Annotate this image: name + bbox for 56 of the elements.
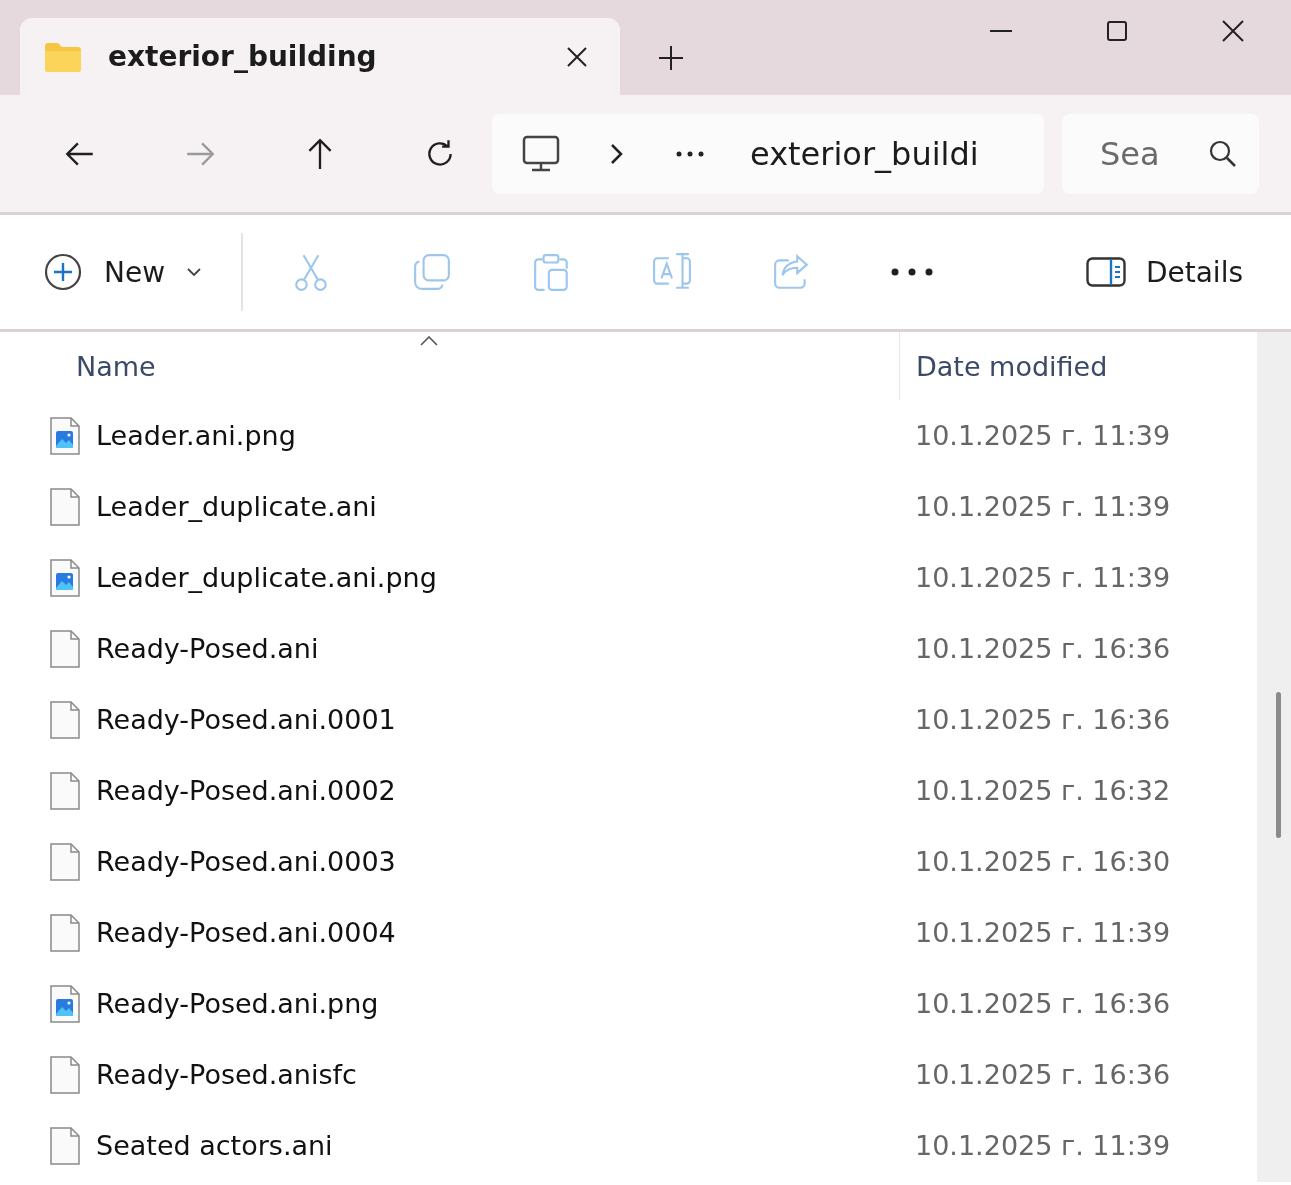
date-modified: 10.1.2025 г. 16:36 (914, 633, 1172, 664)
folder-icon (44, 41, 82, 72)
image-file-icon (50, 416, 80, 455)
scrollbar-thumb[interactable] (1276, 692, 1281, 838)
file-name[interactable]: Leader_duplicate.ani (96, 491, 377, 522)
file-name[interactable]: Seated actors.ani (96, 1130, 333, 1161)
file-name[interactable]: Ready-Posed.ani.0001 (96, 704, 396, 735)
plus-icon[interactable] (658, 45, 684, 71)
file-name[interactable]: Ready-Posed.ani.png (96, 988, 379, 1019)
monitor-icon (522, 134, 560, 173)
plus-circle-icon[interactable] (44, 253, 82, 291)
date-modified: 10.1.2025 г. 16:36 (914, 704, 1172, 735)
date-modified: 10.1.2025 г. 16:32 (914, 775, 1172, 806)
image-file-icon (50, 984, 80, 1023)
search-field[interactable]: Sea (1100, 134, 1160, 173)
address-bar[interactable]: exterior_buildi (492, 113, 1044, 194)
tab[interactable]: exterior_building (20, 18, 620, 95)
file-name[interactable]: Leader.ani.png (96, 420, 296, 451)
file-icon (50, 629, 80, 668)
scrollbar-track[interactable] (1257, 332, 1291, 1182)
maximize-icon[interactable] (1107, 21, 1127, 41)
file-icon (50, 913, 80, 952)
date-modified: 10.1.2025 г. 16:30 (914, 846, 1172, 877)
search-icon[interactable] (1209, 139, 1237, 168)
date-modified: 10.1.2025 г. 11:39 (914, 562, 1172, 593)
file-name[interactable]: Ready-Posed.ani (96, 633, 319, 664)
column-header[interactable]: Name (0, 332, 899, 400)
date-modified: 10.1.2025 г. 16:36 (914, 1059, 1172, 1090)
chevron-down-icon[interactable] (187, 267, 202, 277)
date-modified: 10.1.2025 г. 11:39 (914, 1130, 1172, 1161)
file-icon (50, 1126, 80, 1165)
new-button[interactable]: New (44, 253, 202, 291)
current-folder[interactable]: exterior_buildi (750, 134, 979, 173)
file-name[interactable]: Ready-Posed.anisfc (96, 1059, 357, 1090)
minimize-icon[interactable] (990, 29, 1012, 33)
file-icon (50, 1055, 80, 1094)
search-box[interactable]: Sea (1062, 113, 1259, 194)
details-button[interactable]: Details (1085, 255, 1243, 289)
close-icon[interactable] (566, 45, 588, 68)
file-name[interactable]: Ready-Posed.ani.0002 (96, 775, 396, 806)
file-icon (50, 771, 80, 810)
date-modified: 10.1.2025 г. 11:39 (914, 491, 1172, 522)
date-modified: 10.1.2025 г. 11:39 (914, 420, 1172, 451)
more-icon[interactable] (891, 268, 934, 276)
date-modified: 10.1.2025 г. 16:36 (914, 988, 1172, 1019)
date-modified: 10.1.2025 г. 11:39 (914, 917, 1172, 948)
file-icon (50, 487, 80, 526)
file-name[interactable]: Ready-Posed.ani.0004 (96, 917, 396, 948)
file-icon (50, 700, 80, 739)
file-name[interactable]: Ready-Posed.ani.0003 (96, 846, 396, 877)
file-name[interactable]: Leader_duplicate.ani.png (96, 562, 437, 593)
details-pane-icon[interactable] (1085, 257, 1126, 287)
tab-title: exterior_building (108, 40, 378, 73)
image-file-icon (50, 558, 80, 597)
close-icon[interactable] (1222, 20, 1244, 42)
file-icon (50, 842, 80, 881)
